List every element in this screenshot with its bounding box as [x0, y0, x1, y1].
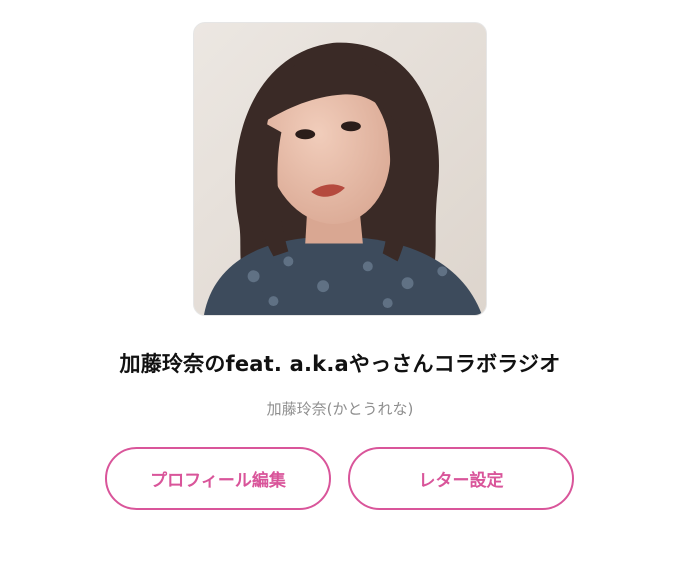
host-name: 加藤玲奈(かとうれな)	[266, 400, 414, 418]
program-page: 加藤玲奈のfeat. a.k.aやっさんコラボラジオ 加藤玲奈(かとうれな) プ…	[0, 0, 680, 561]
letter-settings-button[interactable]: レター設定	[348, 447, 574, 510]
portrait-illustration	[194, 23, 486, 315]
edit-profile-button[interactable]: プロフィール編集	[105, 447, 331, 510]
program-title: 加藤玲奈のfeat. a.k.aやっさんコラボラジオ	[119, 352, 561, 376]
cover-image	[193, 22, 487, 316]
